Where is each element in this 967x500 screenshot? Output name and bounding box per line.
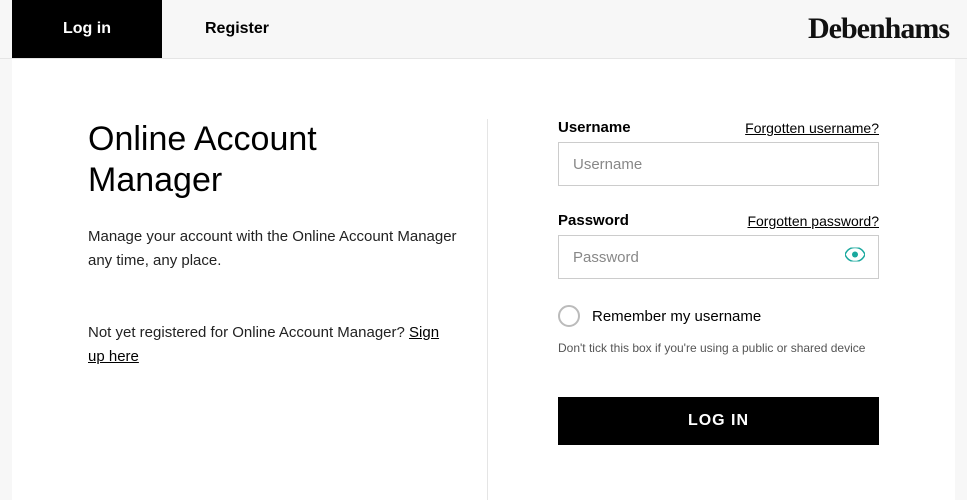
signup-prefix: Not yet registered for Online Account Ma… [88, 324, 409, 341]
auth-tabs: Log in Register [12, 0, 312, 58]
remember-hint: Don't tick this box if you're using a pu… [558, 341, 879, 355]
username-input-wrap [558, 142, 879, 186]
remember-label: Remember my username [592, 308, 761, 325]
forgot-password-link[interactable]: Forgotten password? [747, 213, 879, 229]
password-input-wrap [558, 235, 879, 279]
left-column: Online Account Manager Manage your accou… [88, 119, 488, 500]
show-password-icon[interactable] [845, 248, 865, 267]
login-button[interactable]: LOG IN [558, 397, 879, 445]
tab-login[interactable]: Log in [12, 0, 162, 58]
username-input[interactable] [558, 142, 879, 186]
password-label: Password [558, 212, 629, 229]
username-label-row: Username Forgotten username? [558, 119, 879, 136]
intro-text: Manage your account with the Online Acco… [88, 225, 457, 273]
login-form: Username Forgotten username? Password Fo… [488, 119, 879, 500]
tab-register[interactable]: Register [162, 0, 312, 58]
remember-checkbox[interactable] [558, 305, 580, 327]
remember-row: Remember my username [558, 305, 879, 327]
signup-prompt: Not yet registered for Online Account Ma… [88, 321, 457, 369]
brand-logo: Debenhams [808, 12, 949, 46]
page-title: Online Account Manager [88, 119, 457, 201]
main-panel: Online Account Manager Manage your accou… [12, 59, 955, 500]
username-label: Username [558, 119, 631, 136]
password-label-row: Password Forgotten password? [558, 212, 879, 229]
forgot-username-link[interactable]: Forgotten username? [745, 120, 879, 136]
top-bar: Log in Register Debenhams [0, 0, 967, 59]
password-input[interactable] [558, 235, 879, 279]
